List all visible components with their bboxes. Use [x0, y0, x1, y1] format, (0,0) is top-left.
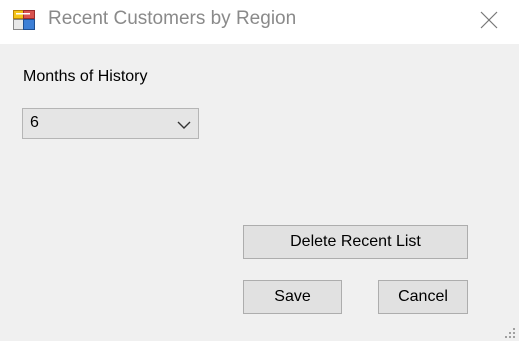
title-bar: Recent Customers by Region — [0, 0, 519, 44]
chevron-down-icon[interactable] — [176, 118, 192, 130]
months-of-history-select[interactable]: 6 — [22, 108, 199, 139]
window-title: Recent Customers by Region — [48, 8, 297, 29]
months-of-history-value: 6 — [30, 114, 39, 131]
resize-grip-icon[interactable] — [504, 326, 516, 338]
app-window-icon — [13, 10, 35, 30]
close-icon[interactable] — [474, 6, 504, 34]
save-button[interactable]: Save — [243, 280, 342, 314]
delete-recent-list-button[interactable]: Delete Recent List — [243, 225, 468, 259]
cancel-button[interactable]: Cancel — [378, 280, 468, 314]
dialog-window: Recent Customers by Region Months of His… — [0, 0, 519, 341]
months-of-history-label: Months of History — [23, 68, 148, 85]
